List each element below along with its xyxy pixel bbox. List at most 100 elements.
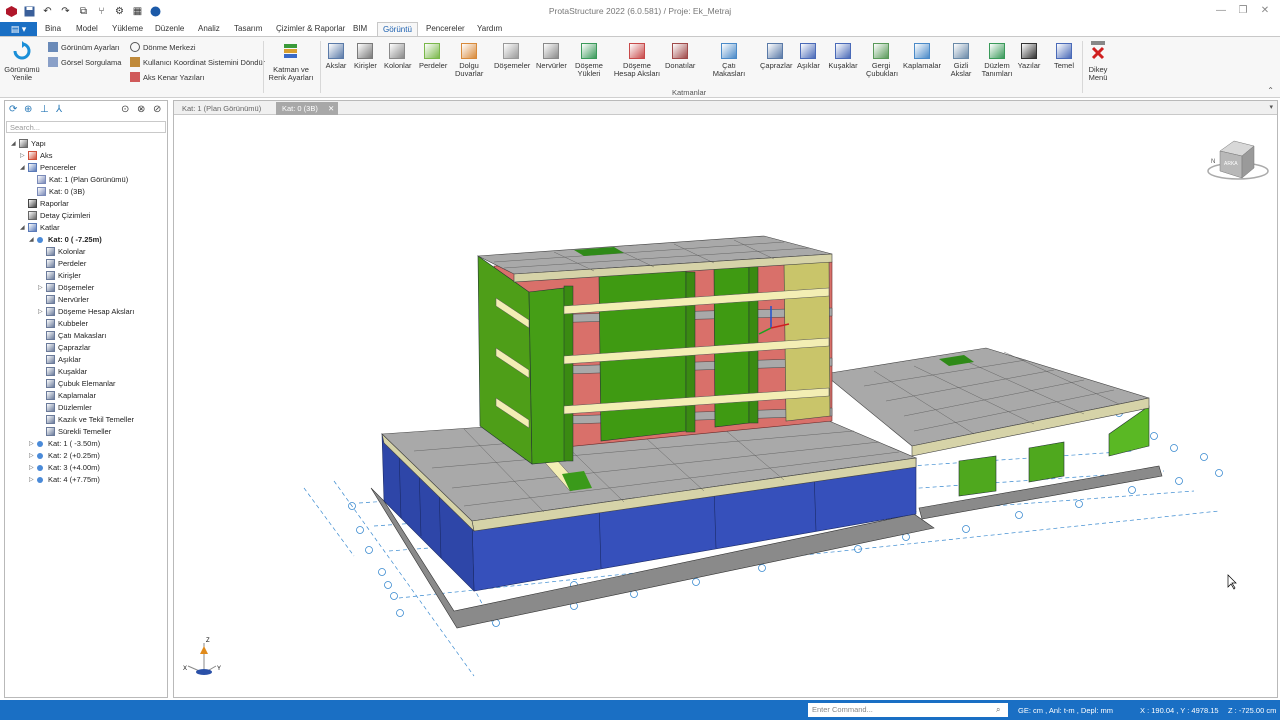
tab-analiz[interactable]: Analiz	[198, 24, 220, 33]
tree-expander-icon[interactable]: ◢	[11, 140, 19, 147]
tree-expander-icon[interactable]: ▷	[29, 476, 37, 483]
tree-search-input[interactable]: Search...	[6, 121, 166, 133]
layer-toggle-button[interactable]: Kolonlar	[384, 41, 412, 70]
tree-node[interactable]: ▷ Kat: 3 (+4.00m)	[29, 463, 100, 472]
tree-node[interactable]: Kolonlar	[38, 247, 86, 256]
tree-node[interactable]: Kazık ve Tekil Temeller	[38, 415, 134, 424]
layer-toggle-button[interactable]: Aşıklar	[797, 41, 820, 70]
zoom-window-icon[interactable]: ⊙	[121, 104, 129, 115]
tab-pencereler[interactable]: Pencereler	[426, 24, 465, 33]
layer-toggle-button[interactable]: Donatılar	[665, 41, 695, 70]
tab-goruntu[interactable]: Görüntü	[377, 22, 418, 36]
snap-icon[interactable]: ⊥	[40, 104, 49, 115]
layer-toggle-button[interactable]: Yazılar	[1017, 41, 1041, 70]
rotate-ucs-button[interactable]: Kullanıcı Koordinat Sistemini Döndür	[130, 57, 265, 67]
tree-expander-icon[interactable]: ▷	[29, 440, 37, 447]
visual-query-button[interactable]: Görsel Sorgulama	[48, 57, 121, 67]
tree-node[interactable]: ▷ Döşeme Hesap Aksları	[38, 307, 134, 316]
tree-node[interactable]: ◢ Yapı	[11, 139, 46, 148]
layer-toggle-button[interactable]: Gizli Akslar	[950, 41, 972, 78]
refresh-tree-icon[interactable]: ⟳	[9, 104, 17, 115]
tab-bina[interactable]: Bina	[45, 24, 61, 33]
zoom-extents-icon[interactable]: ⊘	[153, 104, 161, 115]
tab-duzenle[interactable]: Düzenle	[155, 24, 184, 33]
refresh-view-button[interactable]: Görünümü Yenile	[4, 41, 40, 82]
tab-cizimler-raporlar[interactable]: Çizimler & Raporlar	[276, 24, 345, 33]
tree-node[interactable]: ◢ Pencereler	[20, 163, 76, 172]
minimize-icon[interactable]: —	[1210, 3, 1232, 17]
tab-list-dropdown-icon[interactable]: ▾	[1269, 103, 1273, 111]
tree-node[interactable]: Kuşaklar	[38, 367, 87, 376]
layer-toggle-button[interactable]: Çatı Makasları	[706, 41, 752, 78]
view-settings-button[interactable]: Görünüm Ayarları	[48, 42, 120, 52]
tree-expander-icon[interactable]: ▷	[38, 308, 46, 315]
layer-toggle-button[interactable]: Perdeler	[419, 41, 447, 70]
tab-bim[interactable]: BIM	[353, 24, 367, 33]
tab-yukleme[interactable]: Yükleme	[112, 24, 143, 33]
layer-toggle-button[interactable]: Kaplamalar	[903, 41, 941, 70]
tree-node[interactable]: ▷ Aks	[20, 151, 53, 160]
doc-tab-plan-view[interactable]: Kat: 1 (Plan Görünümü)	[176, 102, 274, 115]
tree-expander-icon[interactable]: ◢	[20, 224, 28, 231]
layer-toggle-button[interactable]: Düzlem Tanımları	[981, 41, 1013, 78]
layer-toggle-button[interactable]: Dolgu Duvarlar	[455, 41, 483, 78]
tree-node[interactable]: ◢ Kat: 0 ( -7.25m)	[29, 235, 102, 244]
tab-yardim[interactable]: Yardım	[477, 24, 502, 33]
tree-node[interactable]: Düzlemler	[38, 403, 92, 412]
tree-node[interactable]: ◢ Katlar	[20, 223, 60, 232]
layer-toggle-button[interactable]: Kirişler	[354, 41, 377, 70]
layer-color-settings-button[interactable]: Katman ve Renk Ayarları	[266, 41, 316, 82]
layer-toggle-button[interactable]: Nervürler	[536, 41, 567, 70]
layer-toggle-button[interactable]: Döşemeler	[494, 41, 530, 70]
file-menu-button[interactable]: ▤ ▾	[0, 22, 37, 36]
layer-toggle-button[interactable]: Gergi Çubukları	[866, 41, 898, 78]
rotation-center-button[interactable]: Dönme Merkezi	[130, 42, 196, 52]
tree-node[interactable]: Raporlar	[20, 199, 69, 208]
3d-viewport[interactable]: Kat: 1 (Plan Görünümü) Kat: 0 (3B) ✕ ▾ A…	[173, 100, 1278, 698]
axes-icon[interactable]: ⅄	[56, 104, 62, 115]
tree-node[interactable]: ▷ Kat: 2 (+0.25m)	[29, 451, 100, 460]
layer-toggle-button[interactable]: Akslar	[325, 41, 347, 70]
restore-icon[interactable]: ❐	[1232, 3, 1254, 17]
command-input[interactable]: Enter Command...	[808, 703, 1008, 717]
tab-tasarim[interactable]: Tasarım	[234, 24, 262, 33]
tree-node[interactable]: Kaplamalar	[38, 391, 96, 400]
layer-toggle-button[interactable]: Döşeme Yükleri	[574, 41, 604, 78]
view-cube[interactable]: ARKA N	[1207, 140, 1269, 180]
tab-model[interactable]: Model	[76, 24, 98, 33]
zoom-select-icon[interactable]: ⊗	[137, 104, 145, 115]
vertical-menu-button[interactable]: Dikey Menü	[1084, 41, 1112, 82]
tree-expander-icon[interactable]: ▷	[29, 464, 37, 471]
tree-node[interactable]: ▷ Döşemeler	[38, 283, 94, 292]
tree-expander-icon[interactable]: ▷	[38, 284, 46, 291]
tree-node[interactable]: Nervürler	[38, 295, 89, 304]
tree-node[interactable]: Çubuk Elemanlar	[38, 379, 116, 388]
tree-expander-icon[interactable]: ◢	[29, 236, 37, 243]
tree-node[interactable]: Kat: 1 (Plan Görünümü)	[29, 175, 128, 184]
tree-node[interactable]: Aşıklar	[38, 355, 81, 364]
tree-expander-icon[interactable]: ▷	[20, 152, 28, 159]
layer-toggle-button[interactable]: Kuşaklar	[828, 41, 858, 70]
axis-edge-labels-button[interactable]: Aks Kenar Yazıları	[130, 72, 204, 82]
doc-tab-3d-view[interactable]: Kat: 0 (3B) ✕	[276, 102, 338, 115]
tree-node[interactable]: ▷ Kat: 4 (+7.75m)	[29, 475, 100, 484]
layer-toggle-button[interactable]: Temel	[1052, 41, 1076, 70]
tree-expander-icon[interactable]: ◢	[20, 164, 28, 171]
tree-node[interactable]: Kirişler	[38, 271, 81, 280]
tree-expander-icon[interactable]: ▷	[29, 452, 37, 459]
layer-toggle-button[interactable]: Çaprazlar	[760, 41, 793, 70]
tree-node[interactable]: Detay Çizimleri	[20, 211, 90, 220]
tree-node[interactable]: Kubbeler	[38, 319, 88, 328]
tree-node[interactable]: Çaprazlar	[38, 343, 91, 352]
tab-close-icon[interactable]: ✕	[328, 104, 334, 113]
tree-node[interactable]: ▷ Kat: 1 ( -3.50m)	[29, 439, 100, 448]
command-search-icon[interactable]: ⌕	[996, 705, 1000, 715]
collapse-ribbon-icon[interactable]: ⌃	[1267, 86, 1274, 95]
layer-toggle-button[interactable]: Döşeme Hesap Aksları	[612, 41, 662, 78]
tree-node[interactable]: Sürekli Temeller	[38, 427, 111, 436]
tree-node[interactable]: Perdeler	[38, 259, 86, 268]
tree-node[interactable]: Kat: 0 (3B)	[29, 187, 85, 196]
globe-icon[interactable]: ⊕	[24, 104, 32, 115]
tree-node[interactable]: Çatı Makasları	[38, 331, 106, 340]
close-icon[interactable]: ✕	[1254, 3, 1276, 17]
